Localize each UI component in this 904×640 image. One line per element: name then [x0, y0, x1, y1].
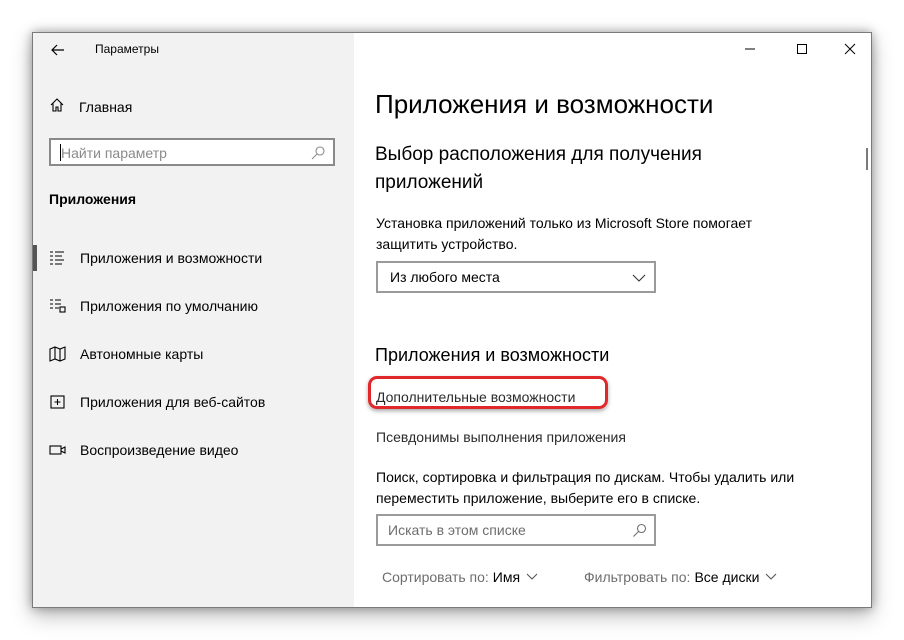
sidebar-item-default-apps[interactable]: Приложения по умолчанию — [33, 291, 354, 321]
offline-maps-icon — [49, 346, 67, 362]
sidebar-section-title: Приложения — [49, 191, 137, 207]
app-execution-aliases-link[interactable]: Псевдонимы выполнения приложения — [376, 429, 626, 445]
sidebar-item-apps-features[interactable]: Приложения и возможности — [33, 243, 354, 273]
home-icon — [49, 97, 65, 118]
app-title: Параметры — [95, 42, 159, 56]
video-playback-icon — [49, 442, 67, 458]
close-icon[interactable] — [840, 39, 860, 59]
sidebar-item-label: Приложения для веб-сайтов — [80, 394, 266, 410]
sidebar-item-label: Воспроизведение видео — [80, 442, 239, 458]
filter-label: Фильтровать по: — [584, 569, 691, 585]
home-label: Главная — [79, 99, 133, 115]
active-indicator — [33, 245, 37, 271]
settings-search-input[interactable]: Найти параметр — [49, 138, 335, 166]
back-arrow-icon[interactable] — [47, 39, 69, 61]
sort-dropdown[interactable]: Сортировать по: Имя — [382, 569, 538, 585]
apps-desc-line1: Поиск, сортировка и фильтрация по дискам… — [376, 469, 795, 485]
install-heading-line2: приложений — [375, 172, 484, 193]
sidebar: Параметры Главная Найти параметр Приложе… — [33, 33, 354, 607]
sidebar-item-label: Приложения по умолчанию — [80, 298, 258, 314]
chevron-down-icon — [766, 573, 777, 580]
main-content: Приложения и возможности Выбор расположе… — [354, 33, 871, 607]
search-icon[interactable] — [632, 523, 647, 538]
search-icon[interactable] — [310, 145, 326, 161]
search-placeholder: Найти параметр — [61, 145, 167, 161]
apps-features-icon — [49, 250, 67, 266]
sidebar-item-apps-for-websites[interactable]: Приложения для веб-сайтов — [33, 387, 354, 417]
sidebar-item-video-playback[interactable]: Воспроизведение видео — [33, 435, 354, 465]
install-desc-line2: защитить устройство. — [376, 236, 518, 252]
install-heading-line1: Выбор расположения для получения — [375, 144, 702, 165]
install-desc-line1: Установка приложений только из Microsoft… — [376, 215, 753, 231]
settings-window: Параметры Главная Найти параметр Приложе… — [32, 32, 872, 608]
apps-section-heading: Приложения и возможности — [375, 345, 610, 365]
sidebar-item-label: Автономные карты — [80, 346, 204, 362]
sidebar-home[interactable]: Главная — [49, 95, 132, 119]
dropdown-value: Из любого места — [390, 269, 500, 285]
filter-dropdown[interactable]: Фильтровать по: Все диски — [584, 569, 777, 585]
install-source-dropdown[interactable]: Из любого места — [376, 261, 656, 293]
default-apps-icon — [49, 298, 67, 314]
minimize-icon[interactable] — [740, 39, 760, 59]
chevron-down-icon — [632, 271, 646, 283]
apps-for-websites-icon — [49, 394, 67, 410]
sort-label: Сортировать по: — [382, 569, 489, 585]
apps-desc-line2: переместить приложение, выберите его в с… — [376, 490, 701, 506]
sort-value: Имя — [492, 569, 521, 585]
filter-value: Все диски — [694, 569, 760, 585]
sidebar-item-offline-maps[interactable]: Автономные карты — [33, 339, 354, 369]
chevron-down-icon — [526, 573, 538, 580]
scrollbar-thumb[interactable] — [866, 148, 868, 170]
page-title: Приложения и возможности — [375, 89, 714, 119]
highlight-box — [368, 376, 608, 409]
apps-list-search-input[interactable]: Искать в этом списке — [376, 514, 656, 546]
search-placeholder: Искать в этом списке — [388, 522, 526, 538]
maximize-icon[interactable] — [792, 39, 812, 59]
sidebar-item-label: Приложения и возможности — [80, 250, 263, 266]
